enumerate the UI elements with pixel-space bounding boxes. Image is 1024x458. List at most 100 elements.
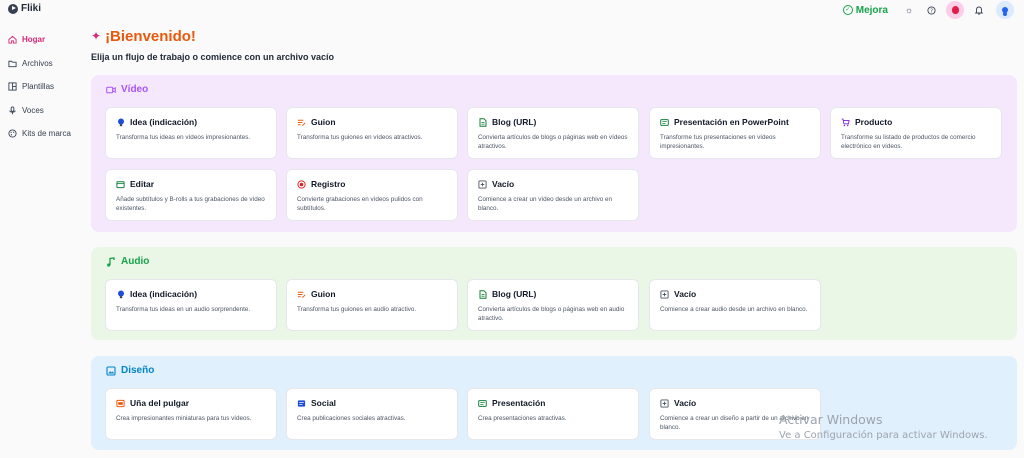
theme-toggle-icon[interactable]: ☼: [898, 1, 920, 19]
plus-square-icon: [660, 398, 669, 408]
workflow-card[interactable]: Uña del pulgar Crea impresionantes miniat…: [105, 388, 277, 440]
app-logo[interactable]: Fliki: [8, 3, 41, 14]
sidebar-item-label: Archivos: [22, 58, 53, 68]
workflow-card[interactable]: Registro Convierte grabaciones en vídeos …: [286, 169, 458, 221]
workflow-card[interactable]: Blog (URL) Convierta artículos de blogs o…: [467, 279, 639, 331]
card-title: Guion: [297, 117, 447, 127]
card-title: Blog (URL): [478, 117, 628, 127]
streak-fire-button[interactable]: [946, 1, 964, 19]
workflow-card[interactable]: Vacío Comience a crear audio desde un arc…: [649, 279, 821, 331]
workflow-card[interactable]: Guion Transforma tus guiones en audio atr…: [286, 279, 458, 331]
section-title-label: Vídeo: [121, 84, 149, 95]
card-title: Uña del pulgar: [116, 398, 266, 408]
card-title: Idea (indicación): [116, 289, 266, 299]
card-title: Editar: [116, 179, 266, 189]
card-description: Transforma tus guiones en audio atractiv…: [297, 306, 417, 313]
section-title: Audio: [106, 256, 149, 267]
card-description: Comience a crear un vídeo desde un archi…: [478, 196, 613, 213]
welcome-text: ¡Bienvenido!: [105, 27, 196, 45]
cart-icon: [841, 118, 850, 127]
card-title: Blog (URL): [478, 289, 628, 299]
thumbnail-icon: [116, 399, 125, 408]
help-icon[interactable]: ?: [920, 1, 942, 19]
fliki-logo-icon: [8, 3, 18, 14]
workflow-card[interactable]: Presentación Crea presentaciones atractiv…: [467, 388, 639, 440]
document-icon: [478, 289, 487, 299]
main-header: ✦ ¡Bienvenido! Elija un flujo de trabajo…: [91, 26, 1017, 63]
top-bar-actions: ✓ Mejora ☼ ?: [842, 0, 1014, 20]
card-description: Transforma tus ideas en vídeos impresion…: [116, 134, 251, 141]
card-title: Idea (indicación): [116, 117, 266, 127]
workflow-card[interactable]: Idea (indicación) Transforma tus ideas en…: [105, 279, 277, 331]
card-description: Convierte grabaciones en vídeos pulidos …: [297, 196, 423, 213]
card-title: Vacío: [660, 398, 810, 408]
bulb-icon: [116, 118, 125, 127]
plus-square-icon: [660, 289, 669, 299]
upgrade-button[interactable]: ✓ Mejora: [842, 4, 888, 16]
sidebar-item-archivos[interactable]: Archivos: [0, 52, 80, 76]
workflow-card[interactable]: Guion Transforma tus guiones en vídeos at…: [286, 107, 458, 159]
card-title-label: Idea (indicación): [130, 117, 198, 127]
check-circle-icon: ✓: [842, 5, 853, 15]
card-title-label: Social: [311, 398, 337, 408]
workflow-card[interactable]: Social Crea publicaciones sociales atract…: [286, 388, 458, 440]
workflow-card[interactable]: Editar Añade subtítulos y B-rolls a tus g…: [105, 169, 277, 221]
section-title-label: Diseño: [121, 365, 155, 376]
card-title-label: Registro: [311, 179, 346, 189]
sparkle-icon: ✦: [91, 29, 102, 43]
sidebar: Hogar Archivos Plantillas Voces Kits de marc…: [0, 28, 80, 146]
card-title-label: Editar: [130, 179, 155, 189]
page-subtitle: Elija un flujo de trabajo o comience con…: [91, 52, 335, 62]
card-description: Comience a crear audio desde un archivo …: [660, 306, 808, 313]
sidebar-item-label: Kits de marca: [22, 129, 71, 139]
card-title-label: Guion: [311, 117, 336, 127]
workflow-card[interactable]: Producto Transforme su listado de product…: [830, 107, 1002, 159]
card-title-label: Blog (URL): [492, 289, 537, 299]
palette-icon: [8, 129, 17, 138]
sidebar-item-plantillas[interactable]: Plantillas: [0, 75, 80, 99]
card-description: Transforme su listado de productos de co…: [841, 134, 976, 151]
card-description: Añade subtítulos y B-rolls a tus grabaci…: [116, 196, 265, 213]
card-description: Transforma tus guiones en vídeos atracti…: [297, 134, 423, 141]
section-video: Vídeo Idea (indicación) Transforma tus ide…: [91, 75, 1017, 232]
card-title-label: Presentación en PowerPoint: [674, 117, 789, 127]
edit-icon: [116, 180, 125, 189]
document-icon: [478, 117, 487, 127]
upgrade-label: Mejora: [855, 4, 888, 16]
section-title-label: Audio: [121, 256, 150, 267]
sidebar-item-hogar[interactable]: Hogar: [0, 28, 80, 52]
user-avatar[interactable]: [996, 1, 1014, 19]
workflow-card[interactable]: Idea (indicación) Transforma tus ideas en…: [105, 107, 277, 159]
card-title-label: Uña del pulgar: [130, 398, 190, 408]
notification-bell-icon[interactable]: [968, 1, 990, 19]
card-description: Crea publicaciones sociales atractivas.: [297, 415, 406, 422]
card-title-label: Producto: [855, 117, 893, 127]
presentation-icon: [478, 399, 487, 408]
watermark-title: Activar Windows: [779, 412, 883, 427]
microphone-icon: [8, 106, 17, 115]
workflow-card[interactable]: Vacío Comience a crear un vídeo desde un …: [467, 169, 639, 221]
page-title: ✦ ¡Bienvenido!: [91, 26, 1017, 46]
video-camera-icon: [106, 85, 116, 95]
card-title: Vacío: [660, 289, 810, 299]
card-title-label: Vacío: [674, 289, 697, 299]
app-name: Fliki: [21, 3, 42, 14]
sidebar-item-label: Plantillas: [22, 82, 55, 92]
section-audio: Audio Idea (indicación) Transforma tus ide…: [91, 247, 1017, 340]
workflow-card[interactable]: Blog (URL) Convierta artículos de blogs o…: [467, 107, 639, 159]
fire-icon: [951, 6, 959, 14]
card-title-label: Blog (URL): [492, 117, 537, 127]
sidebar-item-kits-de-marca[interactable]: Kits de marca: [0, 122, 80, 146]
script-icon: [297, 118, 306, 127]
card-description: Crea presentaciones atractivas.: [478, 415, 567, 422]
bulb-icon: [116, 290, 125, 299]
workflow-card[interactable]: Presentación en PowerPoint Transforme tus…: [649, 107, 821, 159]
sidebar-item-voces[interactable]: Voces: [0, 99, 80, 123]
sidebar-item-label: Voces: [22, 105, 44, 115]
card-description: Transforme tus presentaciones en vídeos …: [660, 134, 776, 151]
presentation-icon: [660, 118, 669, 127]
template-icon: [8, 82, 17, 91]
card-description: Crea impresionantes miniaturas para tus …: [116, 415, 252, 422]
card-title: Guion: [297, 289, 447, 299]
user-icon: [1002, 7, 1008, 13]
